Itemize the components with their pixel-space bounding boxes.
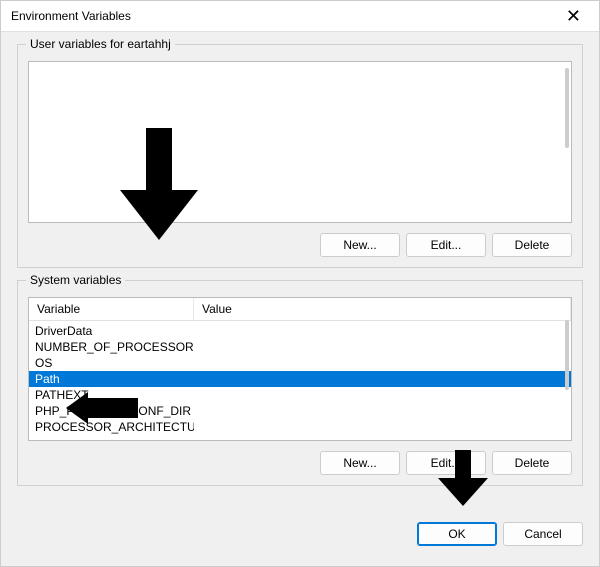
user-delete-button[interactable]: Delete bbox=[492, 233, 572, 257]
column-header-value[interactable]: Value bbox=[194, 298, 571, 320]
system-buttons-row: New... Edit... Delete bbox=[28, 451, 572, 475]
system-variables-list[interactable]: Variable Value DriverData NUMBER_OF_PROCE… bbox=[28, 297, 572, 441]
variable-value-cell bbox=[194, 324, 571, 338]
variable-name-cell: OS bbox=[29, 356, 194, 370]
dialog-footer: OK Cancel bbox=[1, 514, 599, 546]
system-delete-button[interactable]: Delete bbox=[492, 451, 572, 475]
column-header-variable[interactable]: Variable bbox=[29, 298, 194, 320]
user-edit-button[interactable]: Edit... bbox=[406, 233, 486, 257]
variable-value-cell bbox=[194, 388, 571, 402]
system-variables-label: System variables bbox=[26, 273, 125, 287]
user-new-button[interactable]: New... bbox=[320, 233, 400, 257]
table-row[interactable]: NUMBER_OF_PROCESSORS bbox=[29, 339, 571, 355]
variable-value-cell bbox=[194, 420, 571, 434]
titlebar: Environment Variables ✕ bbox=[1, 1, 599, 32]
variable-name-cell: DriverData bbox=[29, 324, 194, 338]
variable-name-cell: NUMBER_OF_PROCESSORS bbox=[29, 340, 194, 354]
variable-name-cell: PHP_PEAR_SYSCONF_DIR bbox=[29, 404, 194, 418]
scrollbar[interactable] bbox=[565, 68, 569, 148]
table-row[interactable]: PATHEXT bbox=[29, 387, 571, 403]
cancel-button[interactable]: Cancel bbox=[503, 522, 583, 546]
table-row[interactable]: PHP_PEAR_SYSCONF_DIR bbox=[29, 403, 571, 419]
variable-value-cell bbox=[194, 340, 571, 354]
variable-value-cell bbox=[194, 372, 571, 386]
dialog-title: Environment Variables bbox=[11, 9, 131, 23]
variable-value-cell bbox=[194, 404, 571, 418]
user-buttons-row: New... Edit... Delete bbox=[28, 233, 572, 257]
scrollbar[interactable] bbox=[565, 320, 569, 390]
system-list-header: Variable Value bbox=[29, 298, 571, 321]
variable-name-cell: Path bbox=[29, 372, 194, 386]
user-variables-list[interactable] bbox=[28, 61, 572, 223]
variable-value-cell bbox=[194, 356, 571, 370]
user-variables-group: User variables for eartahhj New... Edit.… bbox=[17, 44, 583, 268]
system-list-rows: DriverData NUMBER_OF_PROCESSORS OS Path PATH… bbox=[29, 321, 571, 437]
system-new-button[interactable]: New... bbox=[320, 451, 400, 475]
ok-button[interactable]: OK bbox=[417, 522, 497, 546]
user-variables-label: User variables for eartahhj bbox=[26, 37, 175, 51]
table-row[interactable]: PROCESSOR_ARCHITECTURE bbox=[29, 419, 571, 435]
table-row[interactable]: DriverData bbox=[29, 323, 571, 339]
table-row[interactable]: Path bbox=[29, 371, 571, 387]
variable-name-cell: PATHEXT bbox=[29, 388, 194, 402]
close-button[interactable]: ✕ bbox=[558, 7, 589, 25]
dialog-content: User variables for eartahhj New... Edit.… bbox=[1, 32, 599, 514]
system-edit-button[interactable]: Edit... bbox=[406, 451, 486, 475]
environment-variables-dialog: Environment Variables ✕ User variables f… bbox=[0, 0, 600, 567]
table-row[interactable]: OS bbox=[29, 355, 571, 371]
system-variables-group: System variables Variable Value DriverDa… bbox=[17, 280, 583, 486]
variable-name-cell: PROCESSOR_ARCHITECTURE bbox=[29, 420, 194, 434]
